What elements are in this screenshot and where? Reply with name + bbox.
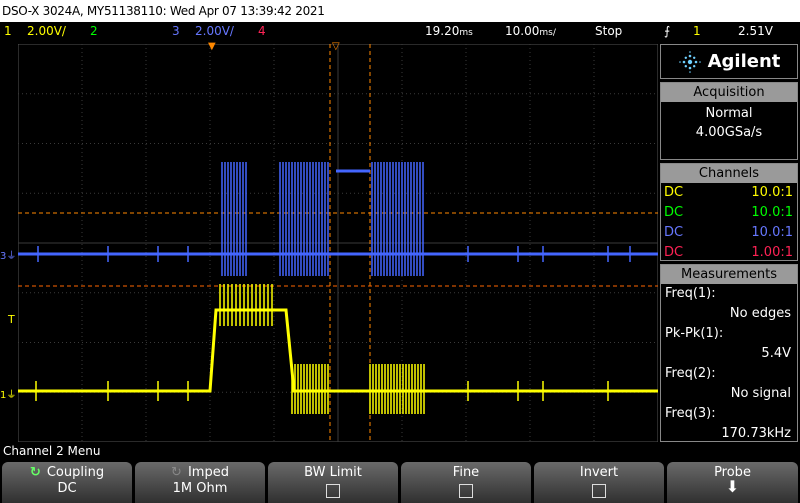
measurement-label: Freq(3): xyxy=(665,406,716,421)
trigger-level-marker[interactable]: T xyxy=(8,313,15,326)
channel-probe-ratio: 10.0:1 xyxy=(751,205,793,220)
measurement-label: Pk-Pk(1): xyxy=(665,326,724,341)
invert-checkbox[interactable] xyxy=(592,484,606,498)
imped-softkey[interactable]: ↻ Imped 1M Ohm xyxy=(135,462,265,503)
bw-limit-checkbox[interactable] xyxy=(326,484,340,498)
horizontal-delay[interactable]: 19.20ms xyxy=(425,24,473,38)
timebase[interactable]: 10.00ms/ xyxy=(505,24,556,38)
ch2-number[interactable]: 2 xyxy=(90,24,98,38)
measurement-value: 170.73kHz xyxy=(721,426,791,441)
ch1-number[interactable]: 1 xyxy=(4,24,12,38)
measurement-value: 5.4V xyxy=(761,346,791,361)
channel-row[interactable]: DC 10.0:1 xyxy=(661,203,797,223)
invert-softkey[interactable]: Invert xyxy=(534,462,664,503)
channels-header: Channels xyxy=(661,164,797,183)
status-bar: 1 2.00V/ 2 3 2.00V/ 4 19.20ms 10.00ms/ S… xyxy=(0,22,800,42)
agilent-spark-icon xyxy=(678,50,701,73)
brand-name: Agilent xyxy=(707,51,781,72)
measurements-box[interactable]: Measurements Freq(1): No edges Pk-Pk(1): 5.… xyxy=(660,264,798,442)
channel-probe-ratio: 1.00:1 xyxy=(751,245,793,260)
trigger-position-arrow[interactable]: ▼ xyxy=(208,41,216,52)
trigger-level[interactable]: 2.51V xyxy=(738,24,773,38)
measurement-value: No signal xyxy=(730,386,791,401)
sample-rate: 4.00GSa/s xyxy=(695,125,763,140)
side-panel: Agilent Acquisition Normal 4.00GSa/s Cha… xyxy=(660,44,798,442)
run-state[interactable]: Stop xyxy=(595,24,622,38)
channel-probe-ratio: 10.0:1 xyxy=(751,185,793,200)
fine-softkey[interactable]: Fine xyxy=(401,462,531,503)
probe-softkey[interactable]: Probe ⬇ xyxy=(667,462,798,503)
fine-checkbox[interactable] xyxy=(459,484,473,498)
measurements-header: Measurements xyxy=(661,265,797,284)
measurement-value: No edges xyxy=(729,306,791,321)
channels-box[interactable]: Channels DC 10.0:1 DC 10.0:1 DC 10.0:1 DC 1.00:… xyxy=(660,163,798,261)
window-title: DSO-X 3024A, MY51138110: Wed Apr 07 13:3… xyxy=(2,4,325,18)
window-title-bar: DSO-X 3024A, MY51138110: Wed Apr 07 13:3… xyxy=(0,0,800,22)
submenu-arrow-icon: ⬇ xyxy=(725,477,740,496)
ch3-scale[interactable]: 2.00V/ xyxy=(195,24,234,38)
channel-coupling: DC xyxy=(664,245,684,260)
ch3-ground-marker[interactable]: 3⏚ xyxy=(0,247,16,262)
channel-coupling: DC xyxy=(664,225,684,240)
ch1-scale[interactable]: 2.00V/ xyxy=(27,24,66,38)
acquisition-mode: Normal xyxy=(705,106,753,121)
ch3-number[interactable]: 3 xyxy=(172,24,180,38)
ch4-number[interactable]: 4 xyxy=(258,24,266,38)
rotate-knob-icon: ↻ xyxy=(29,465,41,480)
waveform-display[interactable] xyxy=(18,44,658,442)
trigger-source[interactable]: 1 xyxy=(693,24,701,38)
channel-row[interactable]: DC 10.0:1 xyxy=(661,183,797,203)
trigger-edge-icon: ⨍ xyxy=(664,24,671,38)
channel-probe-ratio: 10.0:1 xyxy=(751,225,793,240)
channel-row[interactable]: DC 10.0:1 xyxy=(661,223,797,243)
rotate-knob-icon: ↻ xyxy=(171,465,182,480)
ch1-ground-marker[interactable]: 1⏚ xyxy=(0,386,16,401)
brand-box: Agilent xyxy=(660,44,798,79)
measurement-label: Freq(2): xyxy=(665,366,716,381)
channel-row[interactable]: DC 1.00:1 xyxy=(661,243,797,263)
channel-coupling: DC xyxy=(664,185,684,200)
time-reference-arrow[interactable]: ▽ xyxy=(332,41,340,52)
menu-title: Channel 2 Menu xyxy=(3,444,101,458)
acquisition-header: Acquisition xyxy=(661,83,797,102)
bw-limit-softkey[interactable]: BW Limit xyxy=(268,462,398,503)
channel-coupling: DC xyxy=(664,205,684,220)
measurement-label: Freq(1): xyxy=(665,286,716,301)
acquisition-box[interactable]: Acquisition Normal 4.00GSa/s xyxy=(660,82,798,160)
coupling-softkey[interactable]: ↻ Coupling DC xyxy=(2,462,132,503)
